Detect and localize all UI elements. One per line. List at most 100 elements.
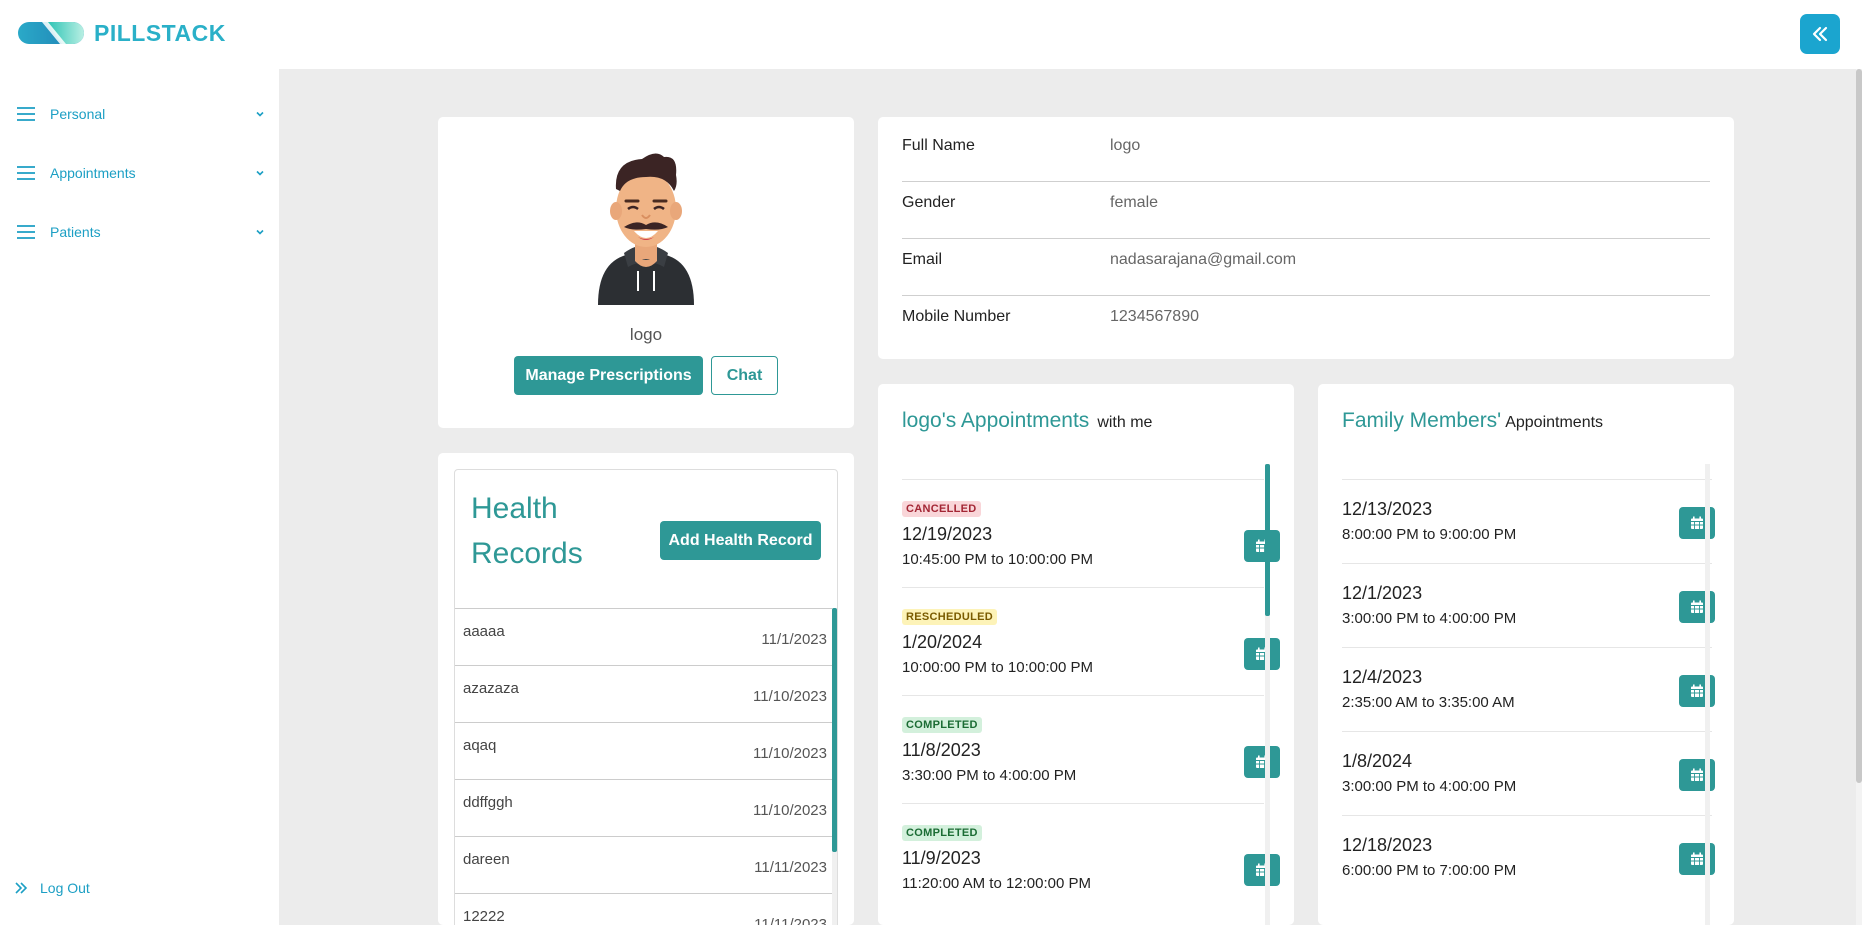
appointment-time: 2:35:00 AM to 3:35:00 AM: [1342, 694, 1515, 711]
list-item[interactable]: COMPLETED 11/9/2023 11:20:00 AM to 12:00…: [902, 803, 1280, 911]
top-bar: PILLSTACK: [0, 0, 1862, 69]
record-date: 11/10/2023: [753, 745, 827, 762]
logout-button[interactable]: Log Out: [14, 880, 90, 896]
collapse-sidebar-button[interactable]: [1800, 14, 1840, 54]
info-label: Email: [902, 250, 943, 268]
appointment-date: 12/19/2023: [902, 524, 993, 544]
appointment-time: 3:00:00 PM to 4:00:00 PM: [1342, 610, 1517, 627]
appointment-date: 12/1/2023: [1342, 583, 1423, 603]
record-date: 11/1/2023: [761, 631, 827, 648]
list-item[interactable]: CANCELLED 12/19/2023 10:45:00 PM to 10:0…: [902, 479, 1280, 587]
list-item[interactable]: COMPLETED 11/8/2023 3:30:00 PM to 4:00:0…: [902, 695, 1280, 803]
family-title-main: Family Members': [1342, 409, 1502, 432]
family-appointments-card: Family Members' Appointments 12/13/2023 …: [1318, 384, 1734, 925]
calendar-button[interactable]: [1244, 638, 1280, 670]
info-row-email: Email nadasarajana@gmail.com: [902, 231, 1710, 288]
brand-logo[interactable]: PILLSTACK: [18, 19, 226, 47]
appointment-time: 10:45:00 PM to 10:00:00 PM: [902, 551, 1093, 568]
appointment-date: 12/18/2023: [1342, 835, 1433, 855]
list-item[interactable]: 12222 11/11/2023: [455, 893, 837, 925]
record-date: 11/11/2023: [754, 916, 827, 925]
page-scrollbar-thumb[interactable]: [1856, 69, 1862, 783]
info-row-full-name: Full Name logo: [902, 117, 1710, 174]
appointment-date: 1/20/2024: [902, 632, 983, 652]
avatar: [586, 145, 706, 310]
appointment-time: 8:00:00 PM to 9:00:00 PM: [1342, 526, 1517, 543]
list-item[interactable]: aaaaa 11/1/2023: [455, 608, 837, 665]
list-item[interactable]: 12/18/2023 6:00:00 PM to 7:00:00 PM: [1342, 815, 1715, 899]
double-chevron-left-icon: [1812, 26, 1828, 42]
personal-info-card: Full Name logo Gender female Email nadas…: [878, 117, 1734, 359]
calendar-button[interactable]: [1244, 854, 1280, 886]
list-item[interactable]: 12/4/2023 2:35:00 AM to 3:35:00 AM: [1342, 647, 1715, 731]
status-badge: COMPLETED: [902, 825, 982, 841]
sidebar-item-label: Patients: [50, 224, 101, 240]
add-health-record-button[interactable]: Add Health Record: [660, 521, 821, 560]
status-badge: CANCELLED: [902, 501, 981, 517]
appointment-time: 10:00:00 PM to 10:00:00 PM: [902, 659, 1093, 676]
sidebar-item-appointments[interactable]: Appointments: [16, 158, 266, 188]
appointment-date: 11/9/2023: [902, 848, 981, 868]
calendar-button[interactable]: [1244, 530, 1280, 562]
sidebar-item-personal[interactable]: Personal: [16, 99, 266, 129]
title-line: Records: [471, 537, 583, 570]
health-records-card: Health Records Add Health Record aaaaa 1…: [438, 453, 854, 925]
chat-button[interactable]: Chat: [711, 356, 778, 395]
calendar-icon: [1691, 684, 1703, 697]
family-title-sub: Appointments: [1505, 414, 1604, 431]
appointment-date: 12/13/2023: [1342, 499, 1433, 519]
sidebar: Personal Appointments Patients Log Out: [0, 69, 279, 925]
appointment-date: 12/4/2023: [1342, 667, 1423, 687]
health-records-panel: Health Records Add Health Record aaaaa 1…: [454, 469, 838, 925]
record-name: ddffggh: [463, 794, 513, 811]
records-scrollbar-thumb[interactable]: [832, 608, 837, 852]
info-value: female: [1110, 193, 1159, 211]
health-records-title: Health Records: [471, 486, 583, 576]
info-value: 1234567890: [1110, 307, 1199, 325]
info-row-gender: Gender female: [902, 174, 1710, 231]
chevron-down-icon: [256, 170, 264, 176]
record-name: dareen: [463, 851, 510, 868]
appointments-title-sub: with me: [1097, 414, 1153, 431]
info-label: Gender: [902, 193, 956, 211]
profile-name: logo: [629, 325, 663, 344]
chevron-down-icon: [256, 229, 264, 235]
status-badge: COMPLETED: [902, 717, 982, 733]
brand-name: PILLSTACK: [94, 19, 226, 46]
sidebar-item-patients[interactable]: Patients: [16, 217, 266, 247]
calendar-button[interactable]: [1244, 746, 1280, 778]
family-appointments-title: Family Members' Appointments: [1342, 409, 1603, 433]
list-item[interactable]: RESCHEDULED 1/20/2024 10:00:00 PM to 10:…: [902, 587, 1280, 695]
list-item[interactable]: 12/13/2023 8:00:00 PM to 9:00:00 PM: [1342, 479, 1715, 563]
status-badge: RESCHEDULED: [902, 609, 998, 625]
record-date: 11/10/2023: [753, 802, 827, 819]
list-item[interactable]: 1/8/2024 3:00:00 PM to 4:00:00 PM: [1342, 731, 1715, 815]
appointments-title-main: logo's Appointments: [902, 409, 1090, 432]
appointment-time: 3:30:00 PM to 4:00:00 PM: [902, 767, 1077, 784]
info-label: Mobile Number: [902, 307, 1011, 325]
chevron-down-icon: [256, 111, 264, 117]
record-name: aaaaa: [463, 623, 505, 640]
list-item[interactable]: ddffggh 11/10/2023: [455, 779, 837, 836]
appointment-time: 6:00:00 PM to 7:00:00 PM: [1342, 862, 1517, 879]
health-records-list: aaaaa 11/1/2023 azazaza 11/10/2023 aqaq …: [455, 608, 837, 925]
title-line: Health: [471, 492, 558, 525]
list-item[interactable]: 12/1/2023 3:00:00 PM to 4:00:00 PM: [1342, 563, 1715, 647]
logout-label: Log Out: [40, 880, 90, 896]
double-chevron-right-icon: [15, 882, 28, 894]
list-item[interactable]: aqaq 11/10/2023: [455, 722, 837, 779]
sidebar-item-label: Appointments: [50, 165, 136, 181]
hamburger-icon: [17, 166, 35, 180]
record-date: 11/11/2023: [754, 859, 827, 876]
list-item[interactable]: azazaza 11/10/2023: [455, 665, 837, 722]
family-scrollbar[interactable]: [1705, 464, 1710, 925]
appointment-time: 11:20:00 AM to 12:00:00 PM: [902, 875, 1092, 892]
info-value: logo: [1110, 136, 1141, 154]
list-item[interactable]: dareen 11/11/2023: [455, 836, 837, 893]
appointments-title: logo's Appointments with me: [902, 409, 1152, 433]
manage-prescriptions-button[interactable]: Manage Prescriptions: [514, 356, 703, 395]
info-value: nadasarajana@gmail.com: [1110, 250, 1297, 268]
calendar-icon: [1691, 600, 1703, 613]
appointments-scrollbar-thumb[interactable]: [1265, 464, 1270, 616]
record-date: 11/10/2023: [753, 688, 827, 705]
